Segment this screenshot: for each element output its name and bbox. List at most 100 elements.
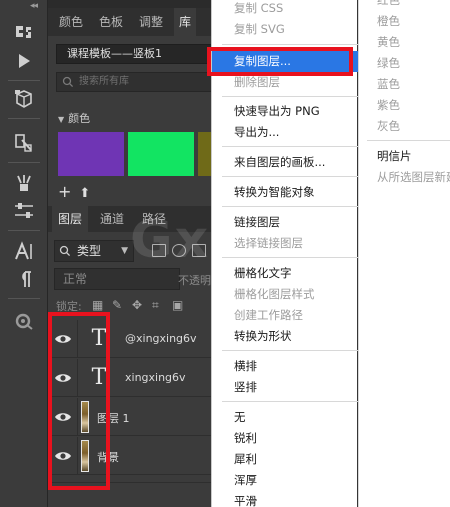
- tab-libraries[interactable]: 库: [174, 8, 197, 36]
- colors-section-header[interactable]: ▼ 颜色: [58, 110, 90, 126]
- layer-name[interactable]: 背景: [97, 449, 119, 465]
- tab-layers[interactable]: 图层: [52, 206, 89, 232]
- lock-artboard-icon[interactable]: ⌗: [152, 298, 159, 313]
- brush-settings-icon[interactable]: [12, 172, 36, 194]
- menu-item-horizontal[interactable]: 横排: [212, 356, 358, 377]
- panel-titlebar: [48, 0, 212, 8]
- measure-icon[interactable]: [12, 132, 36, 154]
- disclosure-triangle-icon: ▼: [58, 115, 65, 124]
- search-icon: [62, 76, 74, 88]
- layers-list: T @xingxing6v T xingxing6v 图层 1 背景: [48, 320, 212, 480]
- panel-dock: 颜色 色板 调整 库 课程模板——竖板1 搜索所有库 ▼ 颜色 + ⬆ 图层 通道 …: [48, 0, 212, 507]
- lock-paint-icon[interactable]: ✎: [112, 298, 122, 312]
- visibility-eye-icon[interactable]: [54, 331, 72, 347]
- lock-move-icon[interactable]: ✥: [132, 298, 142, 312]
- library-search-input[interactable]: 搜索所有库: [56, 72, 212, 92]
- type-filter-icon[interactable]: [192, 244, 206, 257]
- context-menu-column-2: 红色 橙色 黄色 绿色 蓝色 紫色 灰色 明信片 从所选图层新建: [358, 0, 450, 507]
- lock-all-icon[interactable]: ▣: [172, 298, 183, 312]
- lock-transparent-icon[interactable]: ▦: [92, 298, 103, 312]
- tab-swatches[interactable]: 色板: [94, 8, 128, 36]
- menu-item-aa-crisp[interactable]: 犀利: [212, 449, 358, 470]
- menu-item-delete-layer[interactable]: 删除图层: [212, 72, 358, 93]
- library-dropdown[interactable]: 课程模板——竖板1: [56, 44, 212, 64]
- search-icon: [59, 245, 71, 257]
- filter-label: 类型: [77, 244, 102, 258]
- menu-separator: [222, 401, 358, 402]
- divider: [77, 320, 78, 358]
- layer-name[interactable]: 图层 1: [97, 410, 130, 426]
- menu-item-aa-sharp[interactable]: 锐利: [212, 428, 358, 449]
- menu-item-artboard-from-layers[interactable]: 来自图层的画板...: [212, 152, 358, 173]
- tab-paths[interactable]: 路径: [136, 206, 172, 232]
- menu-item-new-from-selection[interactable]: 从所选图层新建: [359, 167, 450, 188]
- menu-item-copy-svg[interactable]: 复制 SVG: [212, 19, 358, 40]
- adjustments-icon[interactable]: [12, 200, 36, 222]
- properties-icon[interactable]: [12, 310, 36, 332]
- menu-item-color-green[interactable]: 绿色: [359, 53, 450, 74]
- menu-item-color-orange[interactable]: 橙色: [359, 11, 450, 32]
- layers-tabs: 图层 通道 路径: [48, 206, 212, 232]
- tool-strip: ◂◂: [0, 0, 48, 507]
- layer-row[interactable]: 图层 1: [48, 398, 212, 436]
- menu-item-aa-strong[interactable]: 浑厚: [212, 470, 358, 491]
- add-content-icon[interactable]: +: [58, 182, 71, 201]
- tab-channels[interactable]: 通道: [94, 206, 130, 232]
- menu-item-link-layers[interactable]: 链接图层: [212, 212, 358, 233]
- menu-item-copy-css[interactable]: 复制 CSS: [212, 0, 358, 19]
- collapse-panel-icon[interactable]: ◂◂: [30, 1, 38, 11]
- color-swatch-olive[interactable]: [198, 132, 212, 176]
- menu-item-create-work-path[interactable]: 创建工作路径: [212, 305, 358, 326]
- pilcrow-icon[interactable]: [12, 268, 36, 290]
- layer-context-menu: 复制 CSS 复制 SVG 复制图层... 删除图层 快速导出为 PNG 导出为…: [211, 0, 358, 507]
- divider: [77, 398, 78, 436]
- tab-adjustments[interactable]: 调整: [134, 8, 168, 36]
- tool-divider: [8, 162, 40, 163]
- color-swatch-green[interactable]: [128, 132, 194, 176]
- layer-filter-row: 类型 ▼: [54, 240, 212, 262]
- visibility-eye-icon[interactable]: [54, 370, 72, 386]
- play-icon[interactable]: [12, 50, 36, 72]
- menu-item-color-blue[interactable]: 蓝色: [359, 74, 450, 95]
- tool-divider: [8, 298, 40, 299]
- library-tabs: 颜色 色板 调整 库: [48, 8, 212, 36]
- tab-color[interactable]: 颜色: [54, 8, 88, 36]
- menu-item-postcard[interactable]: 明信片: [359, 146, 450, 167]
- layer-name[interactable]: xingxing6v: [125, 371, 186, 384]
- menu-item-rasterize-type[interactable]: 栅格化文字: [212, 263, 358, 284]
- layer-filter-dropdown[interactable]: 类型 ▼: [54, 240, 134, 262]
- menu-item-aa-smooth[interactable]: 平滑: [212, 491, 358, 507]
- menu-item-rasterize-layer-style[interactable]: 栅格化图层样式: [212, 284, 358, 305]
- menu-item-color-red[interactable]: 红色: [359, 0, 450, 11]
- pixel-filter-icon[interactable]: [152, 244, 166, 257]
- menu-item-select-linked-layers[interactable]: 选择链接图层: [212, 233, 358, 254]
- menu-item-color-violet[interactable]: 紫色: [359, 95, 450, 116]
- menu-item-convert-to-shape[interactable]: 转换为形状: [212, 326, 358, 347]
- history-brush-icon[interactable]: [12, 22, 36, 44]
- menu-item-vertical[interactable]: 竖排: [212, 377, 358, 398]
- visibility-eye-icon[interactable]: [54, 409, 72, 425]
- 3d-cube-icon[interactable]: [12, 88, 36, 110]
- layer-row[interactable]: T xingxing6v: [48, 359, 212, 397]
- adjustment-filter-icon[interactable]: [172, 244, 186, 257]
- blend-mode-dropdown[interactable]: 正常: [54, 268, 180, 290]
- tool-divider: [8, 118, 40, 119]
- menu-item-quick-export-png[interactable]: 快速导出为 PNG: [212, 101, 358, 122]
- tool-divider: [8, 230, 40, 231]
- menu-item-aa-none[interactable]: 无: [212, 407, 358, 428]
- color-swatch-purple[interactable]: [58, 132, 124, 176]
- layer-row[interactable]: T @xingxing6v: [48, 320, 212, 358]
- upload-icon[interactable]: ⬆: [79, 186, 90, 201]
- paragraph-text-icon[interactable]: [12, 240, 36, 262]
- menu-item-color-gray[interactable]: 灰色: [359, 116, 450, 137]
- layer-row[interactable]: 背景: [48, 437, 212, 475]
- menu-item-color-yellow[interactable]: 黄色: [359, 32, 450, 53]
- menu-separator: [222, 44, 358, 45]
- layer-name[interactable]: @xingxing6v: [125, 332, 197, 345]
- layer-thumbnail: [81, 401, 89, 433]
- menu-item-convert-smart-object[interactable]: 转换为智能对象: [212, 182, 358, 203]
- menu-item-duplicate-layer[interactable]: 复制图层...: [212, 51, 358, 72]
- divider: [77, 437, 78, 475]
- menu-item-export-as[interactable]: 导出为...: [212, 122, 358, 143]
- visibility-eye-icon[interactable]: [54, 448, 72, 464]
